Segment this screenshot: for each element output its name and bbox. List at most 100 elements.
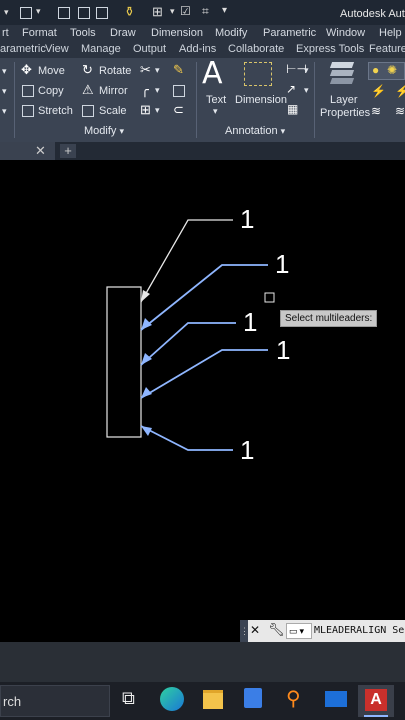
tab-manage[interactable]: Manage (81, 43, 121, 55)
dropdown-icon[interactable]: ▾ (2, 106, 7, 117)
leader-line-selected[interactable] (140, 425, 233, 451)
customize-icon[interactable]: ▾ (222, 5, 227, 16)
dropdown-icon[interactable]: ▾ (2, 66, 7, 77)
chevron-down-icon: ▾ (280, 126, 286, 136)
leader-text[interactable]: 1 (243, 307, 257, 338)
command-line: ⋮ ✕ 🔧︎ ▭ ▾ MLEADERALIGN Sel (240, 620, 405, 642)
tab-output[interactable]: Output (133, 43, 166, 55)
check-icon[interactable]: ☑ (180, 4, 191, 18)
leader-line[interactable] (140, 219, 233, 303)
redo-icon[interactable] (96, 7, 108, 19)
dropdown-icon[interactable]: ▾ (213, 106, 218, 117)
grip-handle[interactable]: ⋮ (240, 620, 249, 642)
menu-item-tools[interactable]: Tools (70, 27, 96, 39)
leader-line-selected[interactable] (140, 349, 268, 399)
trim-icon[interactable]: ✂ (140, 62, 151, 78)
dropdown-icon[interactable]: ▾ (304, 85, 309, 96)
menu-item-window[interactable]: Window (326, 27, 365, 39)
leader-line-selected[interactable] (140, 322, 236, 366)
tab-collaborate[interactable]: Collaborate (228, 43, 284, 55)
menu-item-format[interactable]: Format (22, 27, 57, 39)
menu-item-help[interactable]: Help (379, 27, 402, 39)
scale-button[interactable]: Scale (99, 105, 127, 117)
new-window-icon[interactable] (20, 7, 32, 19)
tab-parametric[interactable]: arametric (0, 43, 46, 55)
command-prompt-icon[interactable]: ▭ ▾ (286, 623, 312, 639)
dropdown-icon[interactable]: ▾ (170, 6, 175, 17)
leader-icon[interactable]: ↗ (286, 82, 296, 96)
dropdown-icon[interactable]: ▾ (155, 65, 160, 76)
mirror-icon: ⚠ (82, 82, 94, 97)
tab-add-ins[interactable]: Add-ins (179, 43, 216, 55)
dropdown-icon[interactable]: ▾ (2, 86, 7, 97)
document-tab[interactable]: ✕ (0, 142, 55, 160)
dropdown-icon: ▾ (299, 626, 305, 636)
dropdown-icon[interactable]: ▾ (155, 85, 160, 96)
copy-button[interactable]: Copy (38, 85, 64, 97)
close-icon[interactable]: ✕ (250, 623, 260, 637)
explode-icon[interactable] (173, 85, 185, 97)
autocad-icon: A (365, 689, 387, 711)
dropdown-icon[interactable]: ▾ (4, 7, 16, 19)
menu-item[interactable]: rt (2, 27, 9, 39)
dropdown-icon[interactable]: ▾ (304, 65, 309, 76)
mirror-button[interactable]: Mirror (99, 85, 128, 97)
microsoft-store-icon[interactable] (244, 688, 262, 708)
layer-tool-icon[interactable]: ≋ (395, 104, 405, 118)
taskbar-search-box[interactable]: rch (0, 685, 110, 717)
pickbox-cursor (264, 292, 275, 303)
menu-bar: rt Format Tools Draw Dimension Modify Pa… (0, 25, 405, 42)
select-icon[interactable]: ⌗ (202, 4, 209, 19)
layer-tool-icon[interactable]: ⚡ (395, 84, 405, 98)
table-icon[interactable]: ▦ (287, 102, 298, 116)
leader-text[interactable]: 1 (275, 249, 289, 280)
drawing-canvas[interactable]: 1 1 1 1 1 Select multileaders: (0, 160, 405, 642)
erase-icon[interactable]: ✎ (173, 62, 184, 78)
menu-item-parametric[interactable]: Parametric (263, 27, 316, 39)
fillet-icon[interactable]: ╭ (141, 82, 149, 98)
close-icon[interactable]: ✕ (35, 143, 46, 159)
dropdown-icon[interactable]: ▾ (155, 105, 160, 116)
layer-properties-button-line2[interactable]: Properties (320, 107, 370, 119)
autocad-taskbar-button[interactable]: A (358, 685, 394, 717)
menu-item-dimension[interactable]: Dimension (151, 27, 203, 39)
rectangle-object[interactable] (106, 286, 142, 438)
leader-text[interactable]: 1 (240, 435, 254, 466)
text-button[interactable]: Text (206, 94, 226, 106)
save-icon[interactable] (58, 7, 70, 19)
offset-icon[interactable]: ⊂ (173, 102, 184, 118)
new-tab-button[interactable]: + (60, 144, 76, 158)
layer-properties-button-line1[interactable]: Layer (330, 94, 358, 106)
leader-arrow (141, 353, 152, 365)
leader-text[interactable]: 1 (276, 335, 290, 366)
search-app-icon[interactable]: ⚲ (286, 686, 301, 711)
modify-panel-label: Modify (84, 125, 117, 137)
tab-featured[interactable]: Featured (369, 43, 405, 55)
dropdown-icon[interactable]: ▾ (36, 6, 41, 17)
tab-view[interactable]: View (45, 43, 69, 55)
layer-tool-icon[interactable]: ⚡ (371, 84, 386, 98)
wrench-icon[interactable]: 🔧︎ (268, 622, 285, 638)
stretch-button[interactable]: Stretch (38, 105, 73, 117)
text-icon: A (202, 56, 223, 91)
rotate-button[interactable]: Rotate (99, 65, 131, 77)
layer-tool-icon[interactable]: ≋ (371, 104, 381, 118)
file-explorer-icon[interactable] (203, 690, 223, 709)
mail-icon[interactable] (325, 691, 347, 707)
dimension-button[interactable]: Dimension (235, 94, 287, 106)
annotation-panel-title[interactable]: Annotation ▾ (225, 125, 285, 137)
dimension-tools-icon[interactable]: ⊞ (152, 4, 163, 20)
edge-icon[interactable] (160, 687, 184, 711)
layer-state-selector[interactable]: ● ✺ (368, 62, 405, 80)
modify-panel-title[interactable]: Modify ▾ (84, 125, 124, 137)
task-view-icon[interactable]: ⧉ (122, 688, 135, 709)
undo-icon[interactable] (78, 7, 90, 19)
menu-item-draw[interactable]: Draw (110, 27, 136, 39)
leader-text[interactable]: 1 (240, 204, 254, 235)
array-icon[interactable]: ⊞ (140, 102, 151, 118)
menu-item-modify[interactable]: Modify (215, 27, 247, 39)
move-button[interactable]: Move (38, 65, 65, 77)
command-input[interactable]: MLEADERALIGN Sel (314, 625, 405, 636)
match-properties-icon[interactable]: ⚱ (124, 4, 135, 20)
tab-express-tools[interactable]: Express Tools (296, 43, 364, 55)
